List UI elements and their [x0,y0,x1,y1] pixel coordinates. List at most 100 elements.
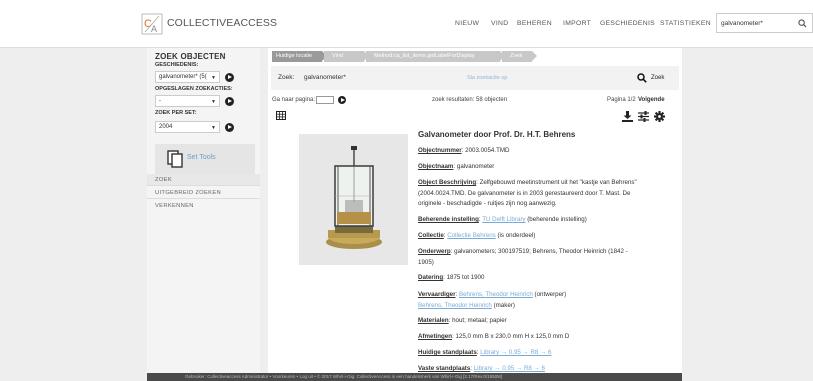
history-label: GESCHIEDENIS: [155,62,199,68]
field-value: originele - beschadigde - ruitjes zijn n… [418,200,557,207]
field-value: (is onderdeel) [497,232,536,239]
sidebar: ZOEK OBJECTEN GESCHIEDENIS: galvanometer… [147,48,260,373]
sidebar-title: ZOEK OBJECTEN [155,52,226,61]
download-icon[interactable] [622,111,633,122]
field-objectnaam: Objectnaam: galvanometer [418,163,495,170]
top-bar: C A COLLECTIVEACCESS NIEUW VIND BEHEREN … [0,0,813,48]
breadcrumb-item[interactable]: Method:ca_list_items.getLabelForDisplay [366,51,505,62]
set-select-value: 2004 [159,124,173,130]
set-tools-icon [167,150,183,168]
field-label: Objectnummer [418,147,462,154]
history-go-button[interactable] [225,73,234,82]
chevron-down-icon: ▼ [211,99,216,105]
set-tools-button[interactable]: Set Tools [155,144,255,174]
field-collectie: Collectie: Collectie Behrens (is onderde… [418,232,536,239]
nav-statistieken[interactable]: STATISTIEKEN [660,20,711,27]
nav-nieuw[interactable]: NIEUW [455,20,479,27]
search-input[interactable]: galvanometer* [304,74,346,81]
field-value: (ontwerper) [534,291,567,298]
field-objectnummer: Objectnummer: 2003.0054.TMD [418,147,510,154]
global-search-input[interactable] [721,18,791,29]
field-value: (beherende instelling) [527,216,587,223]
search-label: Zoek: [278,74,295,81]
field-value: galvanometer [456,163,495,170]
galvanometer-photo[interactable] [321,146,387,251]
nav-import[interactable]: IMPORT [563,20,591,27]
nav-vind[interactable]: VIND [491,20,508,27]
field-label: Onderwerp [418,248,451,255]
vervaardiger-link[interactable]: Behrens, Theodor Heinrich [459,291,533,298]
huidige-standplaats-link[interactable]: Library → 0.95 → R8 → 6 [480,349,551,356]
saved-searches-go-button[interactable] [225,97,234,106]
field-value: hout; metaal; papier [452,317,507,324]
field-afmetingen: Afmetingen: 125,0 mm B x 230,0 mm H x 12… [418,333,570,340]
field-onderwerp: Onderwerp: galvanometers; 300197519; Beh… [418,248,628,266]
field-value: 1905) [418,258,434,266]
field-value: Zelfgebouwd meetinstrument uit het "kast… [479,179,637,186]
goto-page-input[interactable] [316,96,334,104]
field-label: Vervaardiger [418,291,456,298]
svg-text:A: A [151,24,157,34]
footer: Gebruiker: Collectiveaccess Administrato… [147,373,682,381]
result-count: zoek resultaten: 58 objecten [432,97,508,103]
goto-page-button[interactable] [338,96,346,104]
field-vervaardiger: Vervaardiger: Behrens, Theodor Heinrich … [418,291,567,309]
breadcrumb-item[interactable]: Vind [324,51,369,62]
nav-beheren[interactable]: BEHEREN [517,20,552,27]
set-go-button[interactable] [225,123,234,132]
field-value: 1875 tot 1900 [446,274,485,281]
instelling-link[interactable]: TU Delft Library [482,216,525,223]
object-image-frame[interactable] [299,134,408,265]
pagination-bar: Ga naar pagina: zoek resultaten: 58 obje… [272,96,680,107]
next-page-link[interactable]: Volgende [638,97,665,103]
breadcrumb-item[interactable]: Zoek [502,51,537,62]
field-label: Afmetingen [418,333,453,340]
search-form: Zoek: galvanometer* Sla zoekactie op Zoe… [271,66,679,90]
field-value: 2003.0054.TMD [465,147,510,154]
brand-name[interactable]: COLLECTIVEACCESS [167,17,277,29]
table-view-icon[interactable] [276,111,286,120]
field-label: Objectnaam [418,163,454,170]
vaste-standplaats-link[interactable]: Library → 0.95 → R8 → 6 [474,365,545,372]
sliders-icon[interactable] [638,111,649,122]
field-value: (2004.0024.TMD. De galvanometer is in 20… [418,189,631,197]
history-select[interactable]: galvanometer* (5( ▼ [155,71,220,83]
footer-text: Gebruiker: Collectiveaccess Administrato… [185,374,503,379]
saved-searches-label: OPGESLAGEN ZOEKACTIES: [155,86,233,92]
collectiveaccess-logo-icon[interactable]: C A [141,13,163,35]
breadcrumb-item[interactable]: Huidige locatie [272,51,327,62]
page-number: Pagina 1/2 [607,97,636,103]
gear-icon[interactable] [654,111,665,122]
record-tools [622,111,678,122]
search-icon[interactable] [637,73,647,83]
field-huidige-standplaats: Huidige standplaats: Library → 0.95 → R8… [418,349,552,356]
field-value: (maker) [493,301,515,309]
sidebar-item-zoek[interactable]: ZOEK [147,174,260,186]
set-tools-label: Set Tools [187,154,216,161]
field-label: Datering [418,274,444,281]
goto-page-label: Ga naar pagina: [272,97,316,103]
sidebar-item-verkennen[interactable]: VERKENNEN [147,200,260,212]
nav-geschiedenis[interactable]: GESCHIEDENIS [600,20,655,27]
search-button[interactable]: Zoek [651,75,664,81]
search-icon[interactable] [798,19,807,28]
chevron-down-icon: ▼ [211,75,216,81]
field-label: Materialen [418,317,449,324]
main-content: Huidige locatie Vind Method:ca_list_item… [268,48,682,373]
collectie-link[interactable]: Collectie Behrens [447,232,496,239]
set-select[interactable]: 2004 ▼ [155,121,220,133]
save-search-link[interactable]: Sla zoekactie op [467,75,507,81]
field-value: galvanometers; 300197519; Behrens, Theod… [454,248,628,255]
field-beschrijving: Object Beschrijving: Zelfgebouwd meetins… [418,179,637,207]
field-label: Huidige standplaats [418,349,477,356]
chevron-down-icon: ▼ [211,125,216,131]
saved-searches-select[interactable]: - ▼ [155,95,220,107]
history-select-value: galvanometer* (5( [159,74,207,80]
sidebar-item-uitgebreid-zoeken[interactable]: UITGEBREID ZOEKEN [147,187,260,199]
record-title: Galvanometer door Prof. Dr. H.T. Behrens [418,130,576,139]
field-label: Object Beschrijving [418,179,477,186]
field-label: Vaste standplaats [418,365,471,372]
field-materialen: Materialen: hout; metaal; papier [418,317,507,324]
vervaardiger-link[interactable]: Behrens, Theodor Heinrich [418,302,492,309]
field-label: Collectie [418,232,444,239]
